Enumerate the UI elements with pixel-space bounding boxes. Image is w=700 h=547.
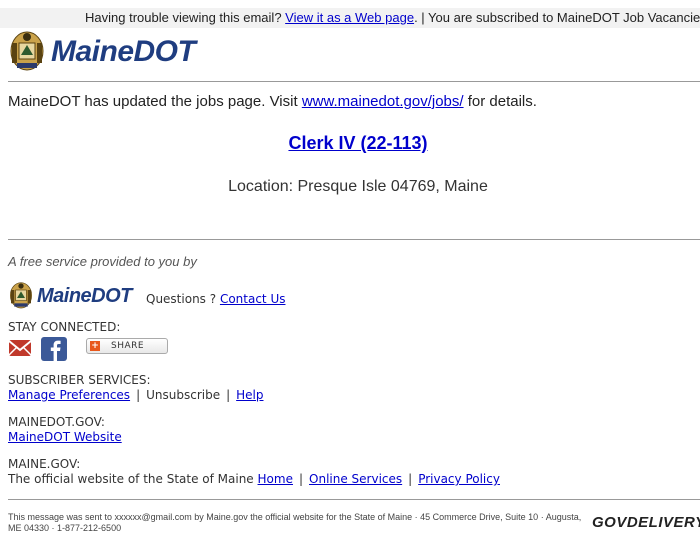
questions-label: Questions ? <box>146 292 217 306</box>
subscriber-services-heading: SUBSCRIBER SERVICES: <box>8 373 151 387</box>
maine-gov-links: The official website of the State of Mai… <box>8 472 500 486</box>
separator: | <box>136 388 141 402</box>
manage-preferences-link[interactable]: Manage Preferences <box>8 388 130 402</box>
top-notice-bar: Having trouble viewing this email? View … <box>0 8 700 28</box>
sent-to-notice: This message was sent to xxxxxx@gmail.co… <box>8 512 582 533</box>
update-message: MaineDOT has updated the jobs page. Visi… <box>8 93 537 110</box>
share-label: SHARE <box>111 341 145 351</box>
separator: | <box>408 472 413 486</box>
separator: | <box>298 472 304 486</box>
update-prefix: MaineDOT has updated the jobs page. Visi… <box>8 93 298 110</box>
state-seal-icon <box>10 282 32 309</box>
mainedot-website-link[interactable]: MaineDOT Website <box>8 430 122 444</box>
stay-connected-heading: STAY CONNECTED: <box>8 320 121 334</box>
separator: | <box>226 388 231 402</box>
job-location: Location: Presque Isle 04769, Maine <box>228 178 488 195</box>
official-website-text: The official website of the State of Mai… <box>8 472 254 486</box>
view-web-page-link[interactable]: View it as a Web page <box>285 10 414 25</box>
state-seal-icon <box>10 31 44 71</box>
divider <box>8 81 700 82</box>
online-services-link[interactable]: Online Services <box>309 472 402 486</box>
help-link[interactable]: Help <box>236 388 263 402</box>
brand-name: MaineDOT <box>51 35 196 68</box>
home-link[interactable]: Home <box>258 472 293 486</box>
facebook-icon[interactable] <box>41 337 67 361</box>
privacy-policy-link[interactable]: Privacy Policy <box>418 472 500 486</box>
free-service-text: A free service provided to you by <box>8 254 197 269</box>
footer-logo[interactable]: MaineDOT <box>9 282 132 310</box>
jobs-page-link[interactable]: www.mainedot.gov/jobs/ <box>302 93 464 110</box>
mainedot-gov-heading: MAINEDOT.GOV: <box>8 415 105 429</box>
topbar-prefix: Having trouble viewing this email? <box>85 10 282 25</box>
maine-gov-heading: MAINE.GOV: <box>8 457 81 471</box>
brand-name: MaineDOT <box>37 284 132 307</box>
topbar-suffix: . | You are subscribed to MaineDOT Job V… <box>414 10 700 25</box>
plus-icon: + <box>90 341 100 351</box>
update-suffix: for details. <box>467 93 537 110</box>
contact-us-link[interactable]: Contact Us <box>220 292 286 306</box>
divider <box>8 239 700 240</box>
job-title-container: Clerk IV (22-113) <box>0 133 700 154</box>
share-button[interactable]: + SHARE <box>86 338 168 354</box>
govdelivery-logo[interactable]: GOVDELIVERY <box>592 514 700 531</box>
email-icon[interactable] <box>8 337 32 359</box>
mainedot-website-line: MaineDOT Website <box>8 430 122 444</box>
unsubscribe-text[interactable]: Unsubscribe <box>146 388 220 402</box>
header-logo[interactable]: MaineDOT <box>9 30 196 74</box>
questions-line: Questions ? Contact Us <box>146 292 285 306</box>
job-title-link[interactable]: Clerk IV (22-113) <box>288 133 427 153</box>
subscriber-links: Manage Preferences | Unsubscribe | Help <box>8 388 264 402</box>
divider <box>8 499 700 500</box>
